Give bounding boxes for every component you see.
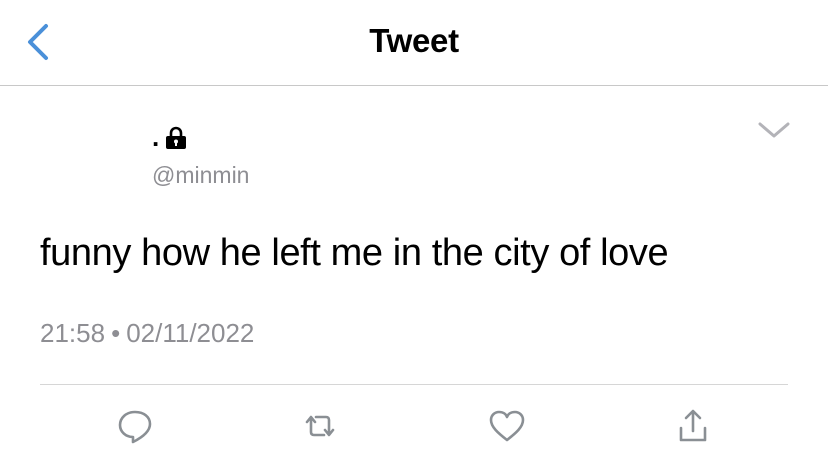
like-icon bbox=[489, 410, 525, 442]
tweet-timestamp: 21:58 • 02/11/2022 bbox=[40, 318, 254, 349]
avatar[interactable] bbox=[40, 118, 136, 214]
tweet-time: 21:58 bbox=[40, 318, 106, 348]
retweet-icon bbox=[305, 415, 335, 437]
like-button[interactable] bbox=[485, 404, 529, 448]
reply-icon bbox=[118, 410, 152, 444]
chevron-down-icon bbox=[758, 122, 790, 138]
tweet-text: funny how he left me in the city of love bbox=[40, 232, 669, 274]
display-name-text: . bbox=[152, 122, 160, 152]
lock-icon bbox=[166, 126, 187, 149]
author-name[interactable]: . bbox=[152, 120, 187, 150]
share-icon bbox=[679, 409, 707, 442]
reply-button[interactable] bbox=[113, 404, 157, 448]
author-handle[interactable]: @minmin bbox=[152, 162, 249, 189]
tweet-menu-button[interactable] bbox=[756, 116, 792, 144]
tweet-date: 02/11/2022 bbox=[126, 318, 255, 348]
timestamp-separator: • bbox=[111, 318, 121, 348]
navigation-bar: Tweet bbox=[0, 0, 828, 86]
page-title: Tweet bbox=[369, 22, 459, 59]
share-button[interactable] bbox=[671, 404, 715, 448]
retweet-button[interactable] bbox=[298, 404, 342, 448]
divider bbox=[40, 384, 788, 385]
